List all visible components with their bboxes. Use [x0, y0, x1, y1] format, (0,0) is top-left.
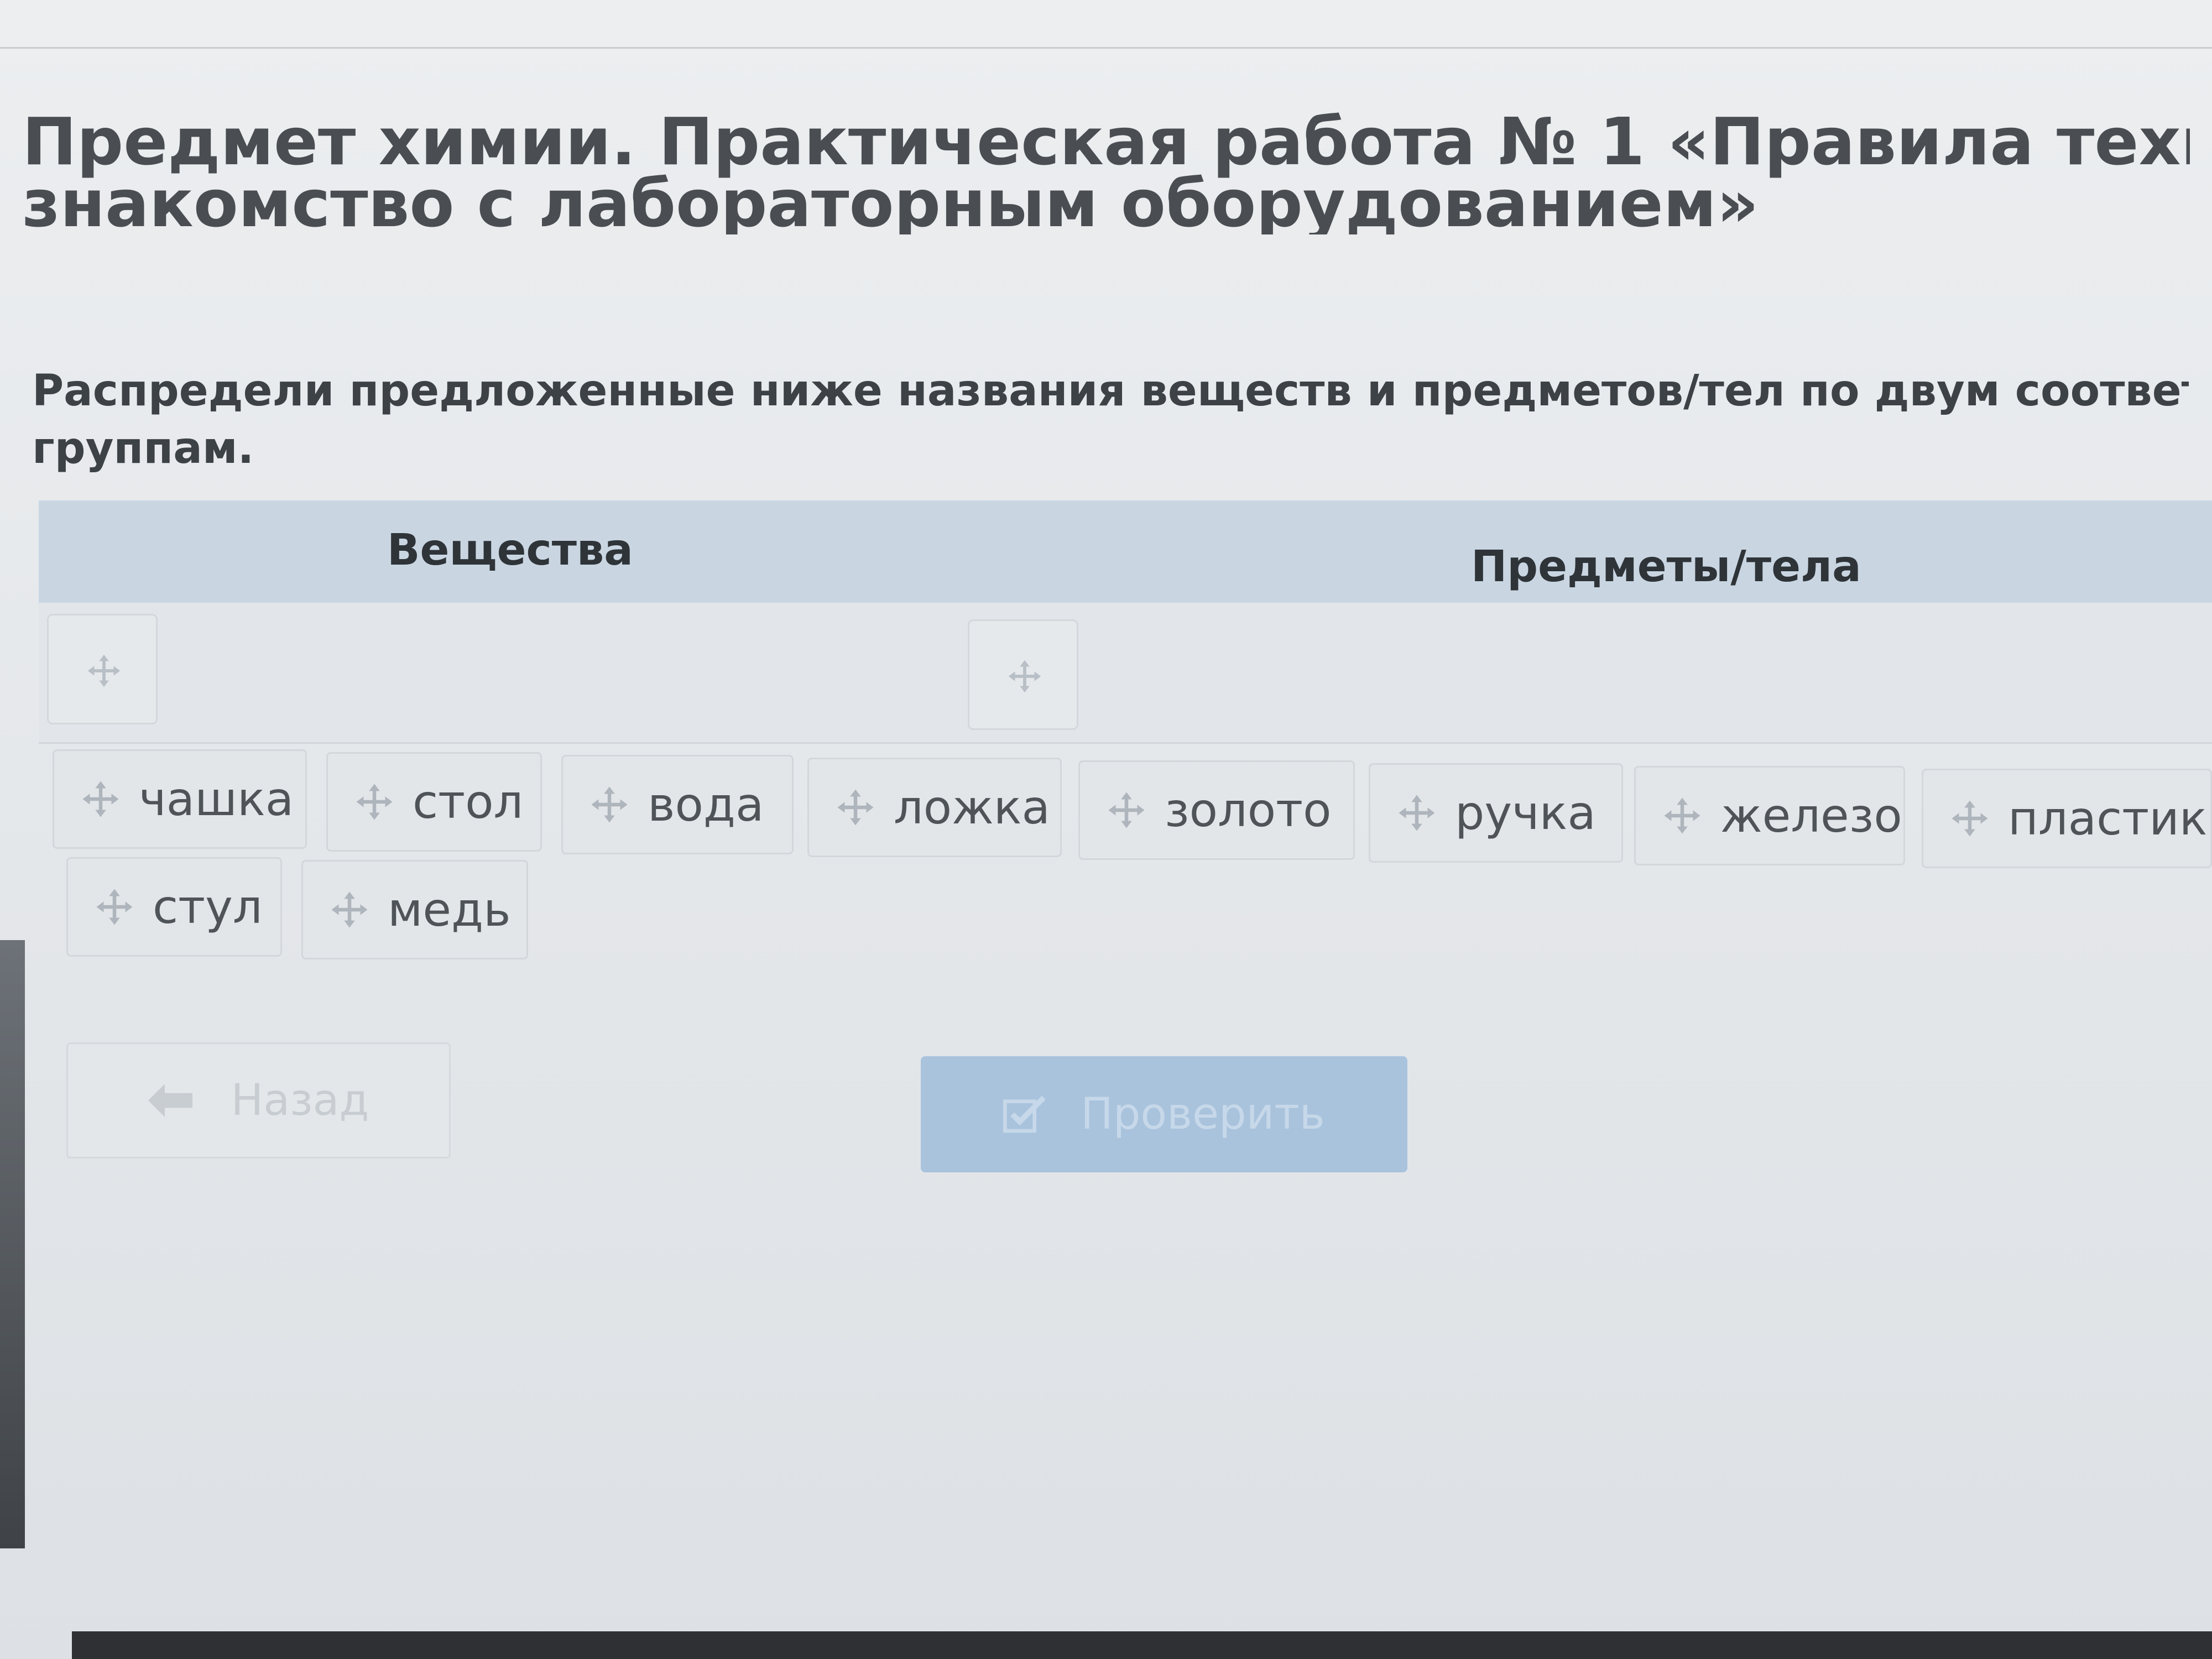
- move-icon: [591, 786, 628, 823]
- group-title-substances: Вещества: [387, 525, 633, 575]
- chip-ruchka[interactable]: ручка: [1369, 763, 1623, 863]
- move-icon: [96, 889, 133, 925]
- group-title-objects: Предметы/тела: [1471, 542, 1861, 592]
- move-icon: [331, 891, 368, 928]
- move-icon: [1108, 792, 1145, 828]
- chip-stul[interactable]: стул: [66, 857, 282, 957]
- back-button-label: Назад: [231, 1076, 369, 1125]
- page-title-line-1: Предмет химии. Практическая работа № 1 «…: [22, 111, 2190, 180]
- arrow-left-icon: [148, 1084, 192, 1117]
- groups-body: [39, 603, 2212, 744]
- move-icon: [87, 654, 121, 687]
- chip-stol[interactable]: стол: [326, 752, 542, 852]
- move-icon: [837, 789, 874, 826]
- chip-zhelezo[interactable]: железо: [1634, 766, 1905, 865]
- screen-bezel-edge: [0, 940, 25, 1548]
- check-button-label: Проверить: [1081, 1089, 1325, 1139]
- chip-med[interactable]: медь: [301, 860, 528, 959]
- chip-label: ручка: [1455, 786, 1596, 840]
- chip-label: вода: [648, 778, 764, 832]
- check-square-icon: [1003, 1095, 1046, 1133]
- move-icon: [1399, 795, 1435, 831]
- move-icon: [1008, 660, 1041, 693]
- task-instruction-line-1: Распредели предложенные ниже названия ве…: [32, 366, 2189, 416]
- chip-chashka[interactable]: чашка: [53, 749, 307, 849]
- chip-label: стул: [153, 880, 263, 934]
- groups-table: Вещества Предметы/тела: [39, 500, 2212, 744]
- chip-label: стол: [413, 775, 524, 829]
- drop-zone-substances[interactable]: [47, 614, 158, 724]
- drop-zone-objects[interactable]: [968, 619, 1078, 730]
- chip-zoloto[interactable]: золото: [1078, 760, 1355, 860]
- chip-label: чашка: [139, 772, 294, 826]
- move-icon: [1952, 800, 1988, 837]
- chip-label: железо: [1720, 789, 1902, 843]
- groups-header: Вещества Предметы/тела: [39, 500, 2212, 603]
- draggable-items: чашка стол вода ложка золото ручка желез…: [53, 749, 2212, 971]
- move-icon: [356, 784, 393, 820]
- page-title: Предмет химии. Практическая работа № 1 «…: [22, 111, 2190, 234]
- taskbar-edge: [72, 1631, 2212, 1659]
- move-icon: [1664, 797, 1700, 834]
- task-instruction-line-2: группам.: [32, 424, 254, 473]
- page-title-line-2: знакомство с лабораторным оборудованием»: [22, 165, 1759, 234]
- chip-label: золото: [1165, 783, 1332, 837]
- chip-label: пластик: [2008, 791, 2208, 846]
- back-button[interactable]: Назад: [66, 1042, 451, 1159]
- chip-plastik[interactable]: пластик: [1922, 769, 2212, 868]
- chip-label: медь: [388, 883, 511, 937]
- top-divider: [0, 47, 2212, 49]
- check-button[interactable]: Проверить: [921, 1056, 1407, 1172]
- chip-voda[interactable]: вода: [561, 755, 794, 854]
- page: Предмет химии. Практическая работа № 1 «…: [0, 0, 2212, 1659]
- task-instruction: Распредели предложенные ниже названия ве…: [32, 362, 2189, 477]
- chip-lozhka[interactable]: ложка: [807, 758, 1062, 857]
- move-icon: [82, 781, 119, 817]
- chip-label: ложка: [894, 780, 1050, 834]
